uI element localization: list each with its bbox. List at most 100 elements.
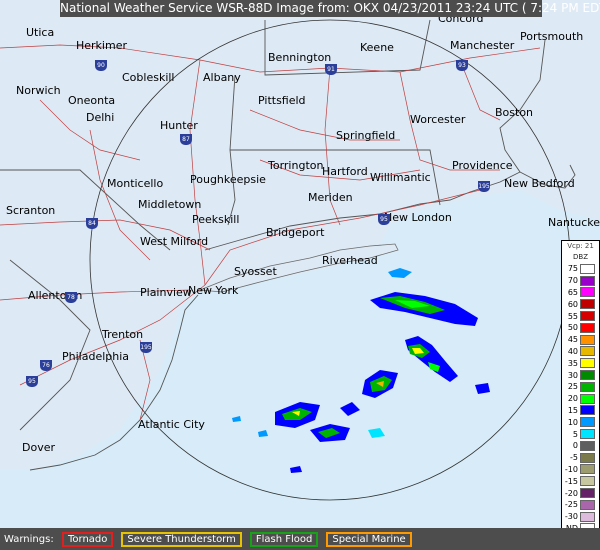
legend-rows: 75 70 65 60 55 50 45 40 35 30 25 20 15 10 5 0 -5 -10 -15 -2… [562,263,599,534]
legend-row: 15 [562,405,599,417]
city-label: Middletown [138,198,202,211]
city-label: New York [188,284,239,297]
legend-row: -20 [562,487,599,499]
legend-row: -25 [562,499,599,511]
legend-row: 25 [562,381,599,393]
city-label: New London [384,211,452,224]
city-label: West Milford [140,235,209,248]
city-label: Hunter [160,119,198,132]
legend-row: 75 [562,263,599,275]
legend-row: 5 [562,428,599,440]
legend-value: 45 [567,335,578,345]
legend-row: 40 [562,346,599,358]
legend-row: 0 [562,440,599,452]
legend-swatch [580,440,595,451]
city-label: Atlantic City [138,418,205,431]
legend-swatch [580,287,595,298]
legend-value: 75 [567,264,578,274]
highway-shield-icon: 91 [325,64,337,75]
legend-value: 5 [572,429,578,439]
vcp-label: Vcp: 21 [567,242,594,250]
legend-row: 50 [562,322,599,334]
city-label: Keene [360,41,394,54]
city-label: Syosset [234,265,277,278]
highway-shield-icon: 195 [478,181,490,192]
city-label: Bennington [268,51,332,64]
warnings-bar: Warnings: Tornado Severe Thunderstorm Fl… [0,528,600,550]
city-label: Bridgeport [266,226,325,239]
tornado-warning-button[interactable]: Tornado [62,531,114,547]
city-label: Oneonta [68,94,116,107]
city-label: Plainview [140,286,192,299]
city-label: Peekskill [192,213,240,226]
legend-swatch [580,464,595,475]
city-label: Portsmouth [520,30,584,43]
highway-shield-icon: 78 [65,292,77,303]
legend-value: -25 [564,500,578,510]
legend-swatch [580,452,595,463]
legend-swatch [580,299,595,310]
city-label: Poughkeepsie [190,173,266,186]
city-label: Philadelphia [62,350,130,363]
city-label: New Bedford [504,177,575,190]
legend-row: -30 [562,511,599,523]
radar-viewer: Utica Herkimer Concord Portsmouth Manchester… [0,0,600,550]
legend-row: -10 [562,464,599,476]
highway-shield-icon: 90 [95,60,107,71]
legend-value: -15 [564,476,578,486]
legend-swatch [580,429,595,440]
city-label: Hartford [322,165,368,178]
city-label: Springfield [336,129,396,142]
legend-row: 55 [562,310,599,322]
legend-value: 70 [567,276,578,286]
legend-value: 35 [567,358,578,368]
legend-swatch [580,334,595,345]
flash-flood-warning-button[interactable]: Flash Flood [249,531,319,547]
radar-map[interactable]: Utica Herkimer Concord Portsmouth Manchester… [0,0,600,528]
legend-row: -15 [562,475,599,487]
highway-shield-icon: 195 [140,342,152,353]
legend-row: 35 [562,357,599,369]
legend-value: 20 [567,394,578,404]
legend-row: 65 [562,287,599,299]
highway-shield-icon: 95 [378,214,390,225]
legend-swatch [580,346,595,357]
base-map-layer [0,19,600,528]
legend-row: 60 [562,298,599,310]
city-label: Delhi [86,111,115,124]
city-label: Trenton [102,328,144,341]
state-border-pa-nj [9,259,91,431]
legend-swatch [580,405,595,416]
legend-value: 30 [567,370,578,380]
legend-row: 30 [562,369,599,381]
legend-swatch [580,358,595,369]
legend-value: 10 [567,417,578,427]
city-label: Norwich [16,84,61,97]
city-label: Nantucket [548,216,600,229]
legend-value: 25 [567,382,578,392]
highway-shield-icon: 87 [180,134,192,145]
severe-thunderstorm-warning-button[interactable]: Severe Thunderstorm [121,531,242,547]
highway-shield-icon: 95 [26,376,38,387]
legend-value: -5 [570,453,578,463]
warnings-label: Warnings: [4,533,54,545]
legend-value: 0 [572,441,578,451]
state-border-vt-nh [264,19,431,76]
legend-row: -5 [562,452,599,464]
legend-swatch [580,381,595,392]
legend-value: 15 [567,405,578,415]
highway-shield-icon: 84 [86,218,98,229]
legend-swatch [580,417,595,428]
legend-value: -30 [564,512,578,522]
dbz-legend: Vcp: 21 DBZ 75 70 65 60 55 50 45 40 35 30 25 20 15 10… [561,240,600,543]
special-marine-warning-button[interactable]: Special Marine [326,531,412,547]
legend-value: 60 [567,299,578,309]
city-label: Torrington [268,159,324,172]
legend-value: -10 [564,464,578,474]
legend-value: 65 [567,287,578,297]
legend-row: 70 [562,275,599,287]
legend-value: 50 [567,323,578,333]
legend-row: 10 [562,416,599,428]
legend-swatch [580,275,595,286]
legend-swatch [580,393,595,404]
